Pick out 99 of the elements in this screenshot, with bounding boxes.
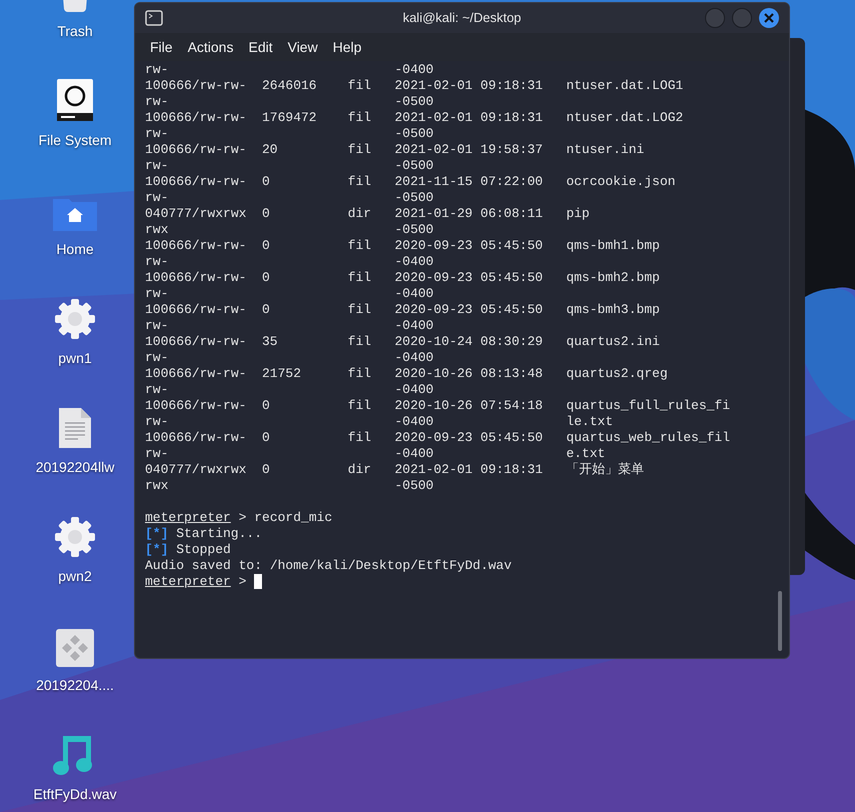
listing-size: 20 [262,142,279,158]
menu-item[interactable]: Help [326,36,368,58]
status-marker: [*] [145,542,168,558]
listing-modified: 2021-02-01 09:18:31 -0500 [394,78,543,110]
icon-label[interactable]: 20192204.... [36,676,114,694]
listing-name: qms-bmh2.bmp [566,270,661,286]
listing-name: 「开始」菜单 [566,462,646,478]
close-icon [764,13,774,23]
command-text: > [238,574,246,590]
listing-size: 1769472 [262,110,318,126]
listing-type: fil [348,110,372,126]
document-icon[interactable] [58,407,92,449]
listing-name: quartus2.qreg [566,366,669,382]
listing-name: quartus_web_rules_file.txt [566,430,730,462]
listing-size: 35 [262,334,279,350]
command-text: > record_mic [238,510,332,526]
listing-mode: 100666/rw-rw-rw- [145,366,246,398]
listing-mode: 100666/rw-rw-rw- [145,270,246,302]
listing-name: ntuser.ini [566,142,646,158]
drive-icon[interactable] [56,78,94,122]
listing-modified: -0400 [394,62,435,78]
listing-type: fil [348,302,372,318]
listing-modified: 2020-10-26 08:13:48 -0400 [394,366,543,398]
diamond-tile-icon[interactable] [56,629,94,667]
listing-mode: 100666/rw-rw-rw- [145,334,246,366]
icon-label[interactable]: Home [56,240,94,258]
menu-item[interactable]: File [143,36,180,58]
listing-name: quartus2.ini [566,334,661,350]
listing-modified: 2021-02-01 09:18:31 -0500 [394,462,543,494]
listing-size: 0 [262,206,271,222]
listing-type: fil [348,334,372,350]
listing-size: 0 [262,302,271,318]
gear-icon[interactable] [54,298,96,340]
listing-type: fil [348,174,372,190]
listing-type: fil [348,142,372,158]
listing-mode: 100666/rw-rw-rw- [145,78,246,110]
listing-size: 0 [262,398,271,414]
listing-name: ntuser.dat.LOG2 [566,110,684,126]
listing-mode: 040777/rwxrwxrwx [145,462,246,494]
listing-modified: 2020-09-23 05:45:50 -0400 [394,302,543,334]
listing-modified: 2020-09-23 05:45:50 -0400 [394,270,543,302]
listing-mode: 100666/rw-rw-rw- [145,142,246,174]
icon-label[interactable]: 20192204llw [36,458,114,476]
close-button[interactable] [759,8,779,28]
icon-label[interactable]: EtftFyDd.wav [33,785,117,803]
listing-mode: 100666/rw-rw-rw- [145,302,246,334]
listing-size: 2646016 [262,78,318,94]
listing-type: fil [348,398,372,414]
listing-modified: 2020-10-26 07:54:18 -0400 [394,398,543,430]
listing-mode: 100666/rw-rw-rw- [145,174,246,206]
listing-name: qms-bmh3.bmp [566,302,661,318]
listing-type: dir [348,462,372,478]
listing-type: fil [348,366,372,382]
menu-item[interactable]: Actions [180,36,240,58]
menu-item[interactable]: Edit [241,36,280,58]
menu-item[interactable]: View [280,36,325,58]
listing-name: pip [566,206,591,222]
listing-size: 0 [262,462,271,478]
listing-name: ntuser.dat.LOG1 [566,78,684,94]
icon-label[interactable]: pwn1 [58,349,92,367]
listing-size: 0 [262,430,271,446]
icon-label[interactable]: pwn2 [58,567,92,585]
listing-mode: 100666/rw-rw-rw- [145,110,246,142]
status-marker: [*] [145,526,168,542]
output-text: Audio saved to: /home/kali/Desktop/EtftFyDd.wav [145,558,512,574]
listing-modified: 2021-01-29 06:08:11 -0500 [394,206,543,238]
terminal-icon [145,10,163,26]
listing-type: fil [348,430,372,446]
listing-modified: 2021-02-01 19:58:37 -0500 [394,142,543,174]
listing-modified: 2020-09-23 05:45:50 -0400 [394,238,543,270]
listing-size: 0 [262,270,271,286]
listing-size: 0 [262,238,271,254]
listing-size: 0 [262,174,271,190]
listing-modified: 2021-11-15 07:22:00 -0500 [394,174,543,206]
scrollbar-thumb [778,591,782,651]
listing-size: 21752 [262,366,302,382]
listing-modified: 2021-02-01 09:18:31 -0500 [394,110,543,142]
gear-icon[interactable] [54,516,96,558]
listing-name: ocrcookie.json [566,174,676,190]
listing-name: qms-bmh1.bmp [566,238,661,254]
icon-label[interactable]: Trash [57,22,93,40]
listing-type: fil [348,78,372,94]
listing-type: fil [348,238,372,254]
listing-mode: 100666/rw-rw-rw- [145,430,246,462]
listing-mode: 040777/rwxrwxrwx [145,206,246,238]
listing-modified: 2020-10-24 08:30:29 -0400 [394,334,543,366]
home-folder-icon[interactable] [53,197,97,231]
listing-type: dir [348,206,372,222]
prompt-label: meterpreter [145,574,231,590]
listing-mode: 100666/rw-rw-rw- [145,238,246,270]
icon-label[interactable]: File System [38,131,112,149]
window-title: kali@kali: ~/Desktop [402,9,522,28]
listing-mode: rw- [145,62,170,78]
prompt-label: meterpreter [145,510,231,526]
status-text: Starting... [176,526,262,542]
listing-modified: 2020-09-23 05:45:50 -0400 [394,430,543,462]
listing-type: fil [348,270,372,286]
listing-mode: 100666/rw-rw-rw- [145,398,246,430]
status-text: Stopped [176,542,231,558]
